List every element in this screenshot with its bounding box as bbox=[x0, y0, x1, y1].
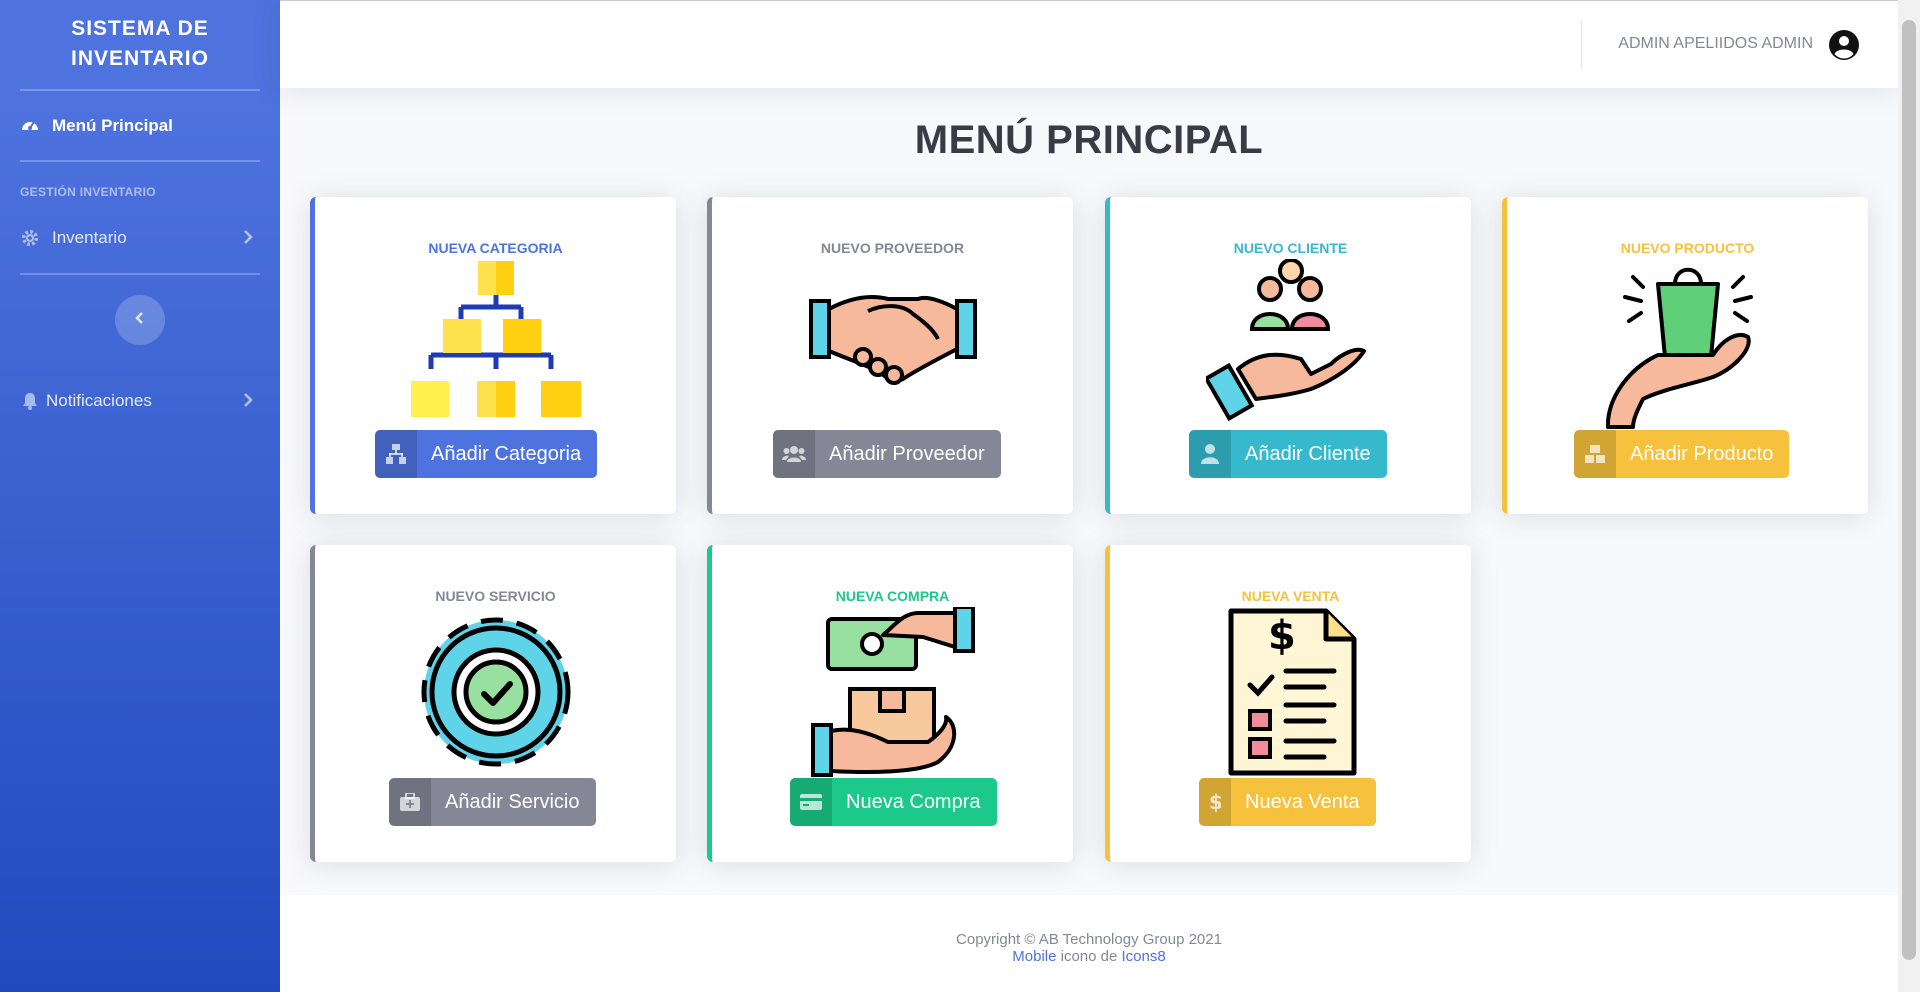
card-nueva-venta: NUEVA VENTA $ $ Nueva Venta bbox=[1105, 545, 1471, 862]
svg-text:$: $ bbox=[1268, 613, 1296, 659]
button-label: Añadir Proveedor bbox=[829, 442, 985, 465]
credit-text: icono de bbox=[1056, 948, 1122, 965]
credit-card-icon bbox=[790, 778, 832, 826]
add-provider-button[interactable]: Añadir Proveedor bbox=[773, 430, 1001, 478]
new-sale-button[interactable]: $ Nueva Venta bbox=[1199, 778, 1376, 826]
sidebar-item-label: Notificaciones bbox=[46, 391, 152, 410]
sidebar-divider bbox=[20, 160, 260, 162]
card-nueva-compra: NUEVA COMPRA Nueva Compra bbox=[707, 545, 1073, 862]
add-service-button[interactable]: Añadir Servicio bbox=[389, 778, 596, 826]
sidebar-divider bbox=[20, 89, 260, 91]
gear-icon bbox=[20, 228, 40, 248]
chevron-right-icon bbox=[242, 391, 254, 414]
chevron-right-icon bbox=[242, 228, 254, 251]
button-label: Añadir Categoria bbox=[431, 442, 582, 465]
boxes-icon bbox=[1574, 430, 1616, 478]
tachometer-icon bbox=[20, 116, 40, 136]
sidebar-heading: GESTIÓN INVENTARIO bbox=[20, 185, 156, 199]
card-nuevo-producto: NUEVO PRODUCTO Añadir Producto bbox=[1502, 197, 1868, 514]
sidebar-item-menu-principal[interactable]: Menú Principal bbox=[20, 112, 260, 140]
button-label: Añadir Producto bbox=[1630, 442, 1774, 465]
gear-check-illustration bbox=[411, 607, 581, 777]
bell-icon bbox=[20, 391, 40, 411]
page-title: MENÚ PRINCIPAL bbox=[914, 118, 1264, 162]
card-nuevo-proveedor: NUEVO PROVEEDOR Añadir Proveedor bbox=[707, 197, 1073, 514]
card-title: NUEVO SERVICIO bbox=[435, 588, 556, 604]
footer-text: Copyright © AB Technology Group 2021 Mob… bbox=[280, 931, 1898, 965]
dollar-icon: $ bbox=[1199, 778, 1231, 826]
invoice-illustration: $ bbox=[1206, 607, 1376, 777]
users-icon bbox=[773, 430, 815, 478]
purchase-exchange-illustration bbox=[808, 605, 978, 777]
icons8-link[interactable]: Icons8 bbox=[1122, 948, 1166, 965]
new-purchase-button[interactable]: Nueva Compra bbox=[790, 778, 997, 826]
card-title: NUEVO PRODUCTO bbox=[1620, 240, 1755, 256]
add-product-button[interactable]: Añadir Producto bbox=[1574, 430, 1790, 478]
topbar: ADMIN APELIIDOS ADMIN bbox=[280, 0, 1898, 88]
button-label: Nueva Compra bbox=[846, 790, 981, 813]
sidebar: SISTEMA DE INVENTARIO Menú Principal GES… bbox=[0, 0, 280, 992]
footer: Copyright © AB Technology Group 2021 Mob… bbox=[280, 895, 1898, 992]
card-title: NUEVO PROVEEDOR bbox=[820, 240, 965, 256]
hierarchy-illustration bbox=[410, 259, 581, 429]
sitemap-icon bbox=[375, 430, 417, 478]
card-title: NUEVO CLIENTE bbox=[1233, 240, 1348, 256]
user-circle-icon[interactable] bbox=[1828, 29, 1860, 61]
add-category-button[interactable]: Añadir Categoria bbox=[375, 430, 598, 478]
user-name[interactable]: ADMIN APELIIDOS ADMIN bbox=[1618, 35, 1813, 53]
card-title: NUEVA VENTA bbox=[1241, 588, 1340, 604]
topbar-divider bbox=[1581, 21, 1582, 69]
button-label: Nueva Venta bbox=[1245, 790, 1360, 813]
card-nuevo-servicio: NUEVO SERVICIO Añadir Servicio bbox=[310, 545, 676, 862]
brand-title[interactable]: SISTEMA DE INVENTARIO bbox=[0, 14, 280, 74]
scrollbar-thumb[interactable] bbox=[1902, 20, 1916, 960]
card-title: NUEVA CATEGORIA bbox=[428, 240, 563, 256]
sidebar-divider bbox=[20, 273, 260, 275]
shopping-bag-hand-illustration bbox=[1603, 259, 1773, 429]
sidebar-item-label: Menú Principal bbox=[52, 116, 173, 135]
sidebar-item-inventario[interactable]: Inventario bbox=[20, 224, 260, 252]
add-client-button[interactable]: Añadir Cliente bbox=[1189, 430, 1387, 478]
customer-hand-illustration bbox=[1203, 258, 1376, 429]
scrollbar[interactable] bbox=[1898, 0, 1920, 992]
mobile-link[interactable]: Mobile bbox=[1012, 948, 1056, 965]
button-label: Añadir Servicio bbox=[445, 790, 580, 813]
sidebar-item-label: Inventario bbox=[52, 228, 127, 247]
chevron-left-icon bbox=[134, 310, 146, 331]
briefcase-medical-icon bbox=[389, 778, 431, 826]
button-label: Añadir Cliente bbox=[1245, 442, 1371, 465]
handshake-illustration bbox=[808, 259, 978, 429]
sidebar-toggle-button[interactable] bbox=[115, 295, 165, 345]
card-nueva-categoria: NUEVA CATEGORIA Añadir Categoria bbox=[310, 197, 676, 514]
sidebar-item-notificaciones[interactable]: Notificaciones bbox=[20, 387, 260, 415]
card-nuevo-cliente: NUEVO CLIENTE Añadir Cliente bbox=[1105, 197, 1471, 514]
copyright-text: Copyright © AB Technology Group 2021 bbox=[956, 931, 1222, 948]
user-icon bbox=[1189, 430, 1231, 478]
card-title: NUEVA COMPRA bbox=[835, 588, 950, 604]
svg-text:$: $ bbox=[1209, 791, 1221, 813]
